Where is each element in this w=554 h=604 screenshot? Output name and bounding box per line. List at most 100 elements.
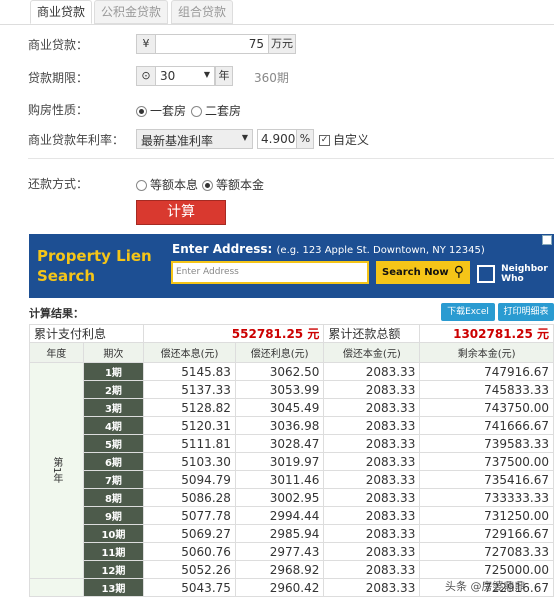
loan-term-value: 30 [160,69,176,83]
table-row: 12期 5052.26 2968.92 2083.33 725000.00 [30,560,554,579]
value-cell: 2083.33 [323,578,421,597]
value-cell: 3011.46 [234,470,325,489]
radio-icon[interactable] [191,106,202,117]
value-cell: 729166.67 [419,524,554,543]
ad-search-button[interactable]: Search Now ⚲ [376,261,470,284]
rate-label: 商业贷款年利率： [28,133,125,147]
loan-type-tabs: 商业贷款 公积金贷款 组合贷款 [0,0,554,24]
property-option-second[interactable]: 二套房 [191,102,241,119]
table-row: 第1年 1期 5145.83 3062.50 2083.33 747916.67 [29,362,554,579]
chevron-down-icon: ▼ [241,133,248,142]
value-cell: 725000.00 [419,560,554,579]
value-cell: 5120.31 [143,416,236,435]
col-principal: 偿还本金(元) [323,342,421,363]
download-excel-button[interactable]: 下载Excel [441,303,495,321]
table-row: 9期 5077.78 2994.44 2083.33 731250.00 [30,506,554,525]
value-cell: 5086.28 [143,488,236,507]
ad-banner[interactable]: Property Lien Search Enter Address: (e.g… [29,234,554,298]
total-repay-label: 累计还款总额 [323,324,421,343]
calculate-button[interactable]: 计算 [136,200,226,225]
period-cell: 6期 [82,452,145,471]
value-cell: 741666.67 [419,416,554,435]
value-cell: 2083.33 [323,524,421,543]
value-cell: 745833.33 [419,380,554,399]
value-cell: 2083.33 [323,362,421,381]
col-period: 期次 [82,342,145,363]
period-cell: 7期 [82,470,145,489]
value-cell: 5052.26 [143,560,236,579]
value-cell: 727083.33 [419,542,554,561]
loan-amount-input[interactable]: 75 [155,34,269,54]
value-cell: 3028.47 [234,434,325,453]
value-cell: 2960.42 [234,578,325,597]
value-cell: 2083.33 [323,506,421,525]
value-cell: 747916.67 [419,362,554,381]
results-label: 计算结果： [29,307,84,320]
ad-search-label: Search Now [382,267,449,278]
period-cell: 4期 [82,416,145,435]
year-cell [29,578,84,597]
ad-logo-text: Neighbor Who [501,264,548,284]
value-cell: 2985.94 [234,524,325,543]
table-row: 8期 5086.28 3002.95 2083.33 733333.33 [30,488,554,507]
radio-icon[interactable] [136,106,147,117]
value-cell: 739583.33 [419,434,554,453]
loan-unit-addon: 万元 [268,34,296,54]
term-periods: 360期 [254,71,289,85]
loan-term-select[interactable]: 30 ▼ [155,66,215,86]
chevron-down-icon: ▼ [203,70,210,79]
ad-choices-icon[interactable] [542,235,552,245]
value-cell: 2968.92 [234,560,325,579]
neighbor-who-logo-icon [477,265,495,283]
total-interest-label: 累计支付利息 [28,324,145,343]
value-cell: 5137.33 [143,380,236,399]
repayment-table: 累计支付利息 552781.25 元 累计还款总额 1302781.25 元 年… [28,324,554,597]
total-interest-value: 552781.25 元 [143,324,325,343]
col-year: 年度 [29,342,84,363]
year-cell: 第1年 [29,362,84,579]
rate-input[interactable]: 4.900 [257,129,297,149]
table-row: 6期 5103.30 3019.97 2083.33 737500.00 [30,452,554,471]
currency-addon: ¥ [136,34,156,54]
radio-icon[interactable] [136,180,147,191]
repay-option-equal-principal[interactable]: 等额本金 [202,176,264,193]
period-cell: 9期 [82,506,145,525]
value-cell: 2083.33 [323,434,421,453]
rate-type-value: 最新基准利率 [141,134,214,148]
value-cell: 5094.79 [143,470,236,489]
table-row: 5期 5111.81 3028.47 2083.33 739583.33 [30,434,554,453]
col-payment: 偿还本息(元) [143,342,236,363]
table-header: 年度 期次 偿还本息(元) 偿还利息(元) 偿还本金(元) 剩余本金(元) [29,342,554,363]
tab-commercial-loan[interactable]: 商业贷款 [30,0,93,24]
radio-icon[interactable] [202,180,213,191]
value-cell: 2083.33 [323,542,421,561]
period-cell: 13期 [82,578,145,597]
custom-rate-checkbox[interactable]: ✓ 自定义 [319,131,369,148]
value-cell: 5103.30 [143,452,236,471]
value-cell: 737500.00 [419,452,554,471]
checkbox-checked-icon[interactable]: ✓ [319,135,330,146]
clock-icon: ⊙ [136,66,156,86]
value-cell: 3019.97 [234,452,325,471]
period-cell: 2期 [82,380,145,399]
table-row: 11期 5060.76 2977.43 2083.33 727083.33 [30,542,554,561]
table-row: 10期 5069.27 2985.94 2083.33 729166.67 [30,524,554,543]
tab-provident-fund-loan[interactable]: 公积金贷款 [94,0,169,24]
rate-type-select[interactable]: 最新基准利率 ▼ [136,129,253,149]
period-cell: 1期 [82,362,145,381]
ad-logo: Neighbor Who [477,264,549,284]
repay-option-equal-installment[interactable]: 等额本息 [136,176,198,193]
value-cell: 2083.33 [323,560,421,579]
watermark: 头条 @房婆鼎鼎 [445,580,526,593]
tab-combined-loan[interactable]: 组合贷款 [171,0,234,24]
value-cell: 2083.33 [323,488,421,507]
print-detail-button[interactable]: 打印明细表 [498,303,554,321]
value-cell: 3053.99 [234,380,325,399]
ad-enter-label: Enter Address: (e.g. 123 Apple St. Downt… [172,242,485,256]
value-cell: 2994.44 [234,506,325,525]
property-option-first[interactable]: 一套房 [136,102,186,119]
repay-method-label: 还款方式： [28,177,89,191]
value-cell: 3062.50 [234,362,325,381]
ad-address-input[interactable]: Enter Address [171,261,369,284]
ad-enter-hint: (e.g. 123 Apple St. Downtown, NY 12345) [276,245,485,256]
